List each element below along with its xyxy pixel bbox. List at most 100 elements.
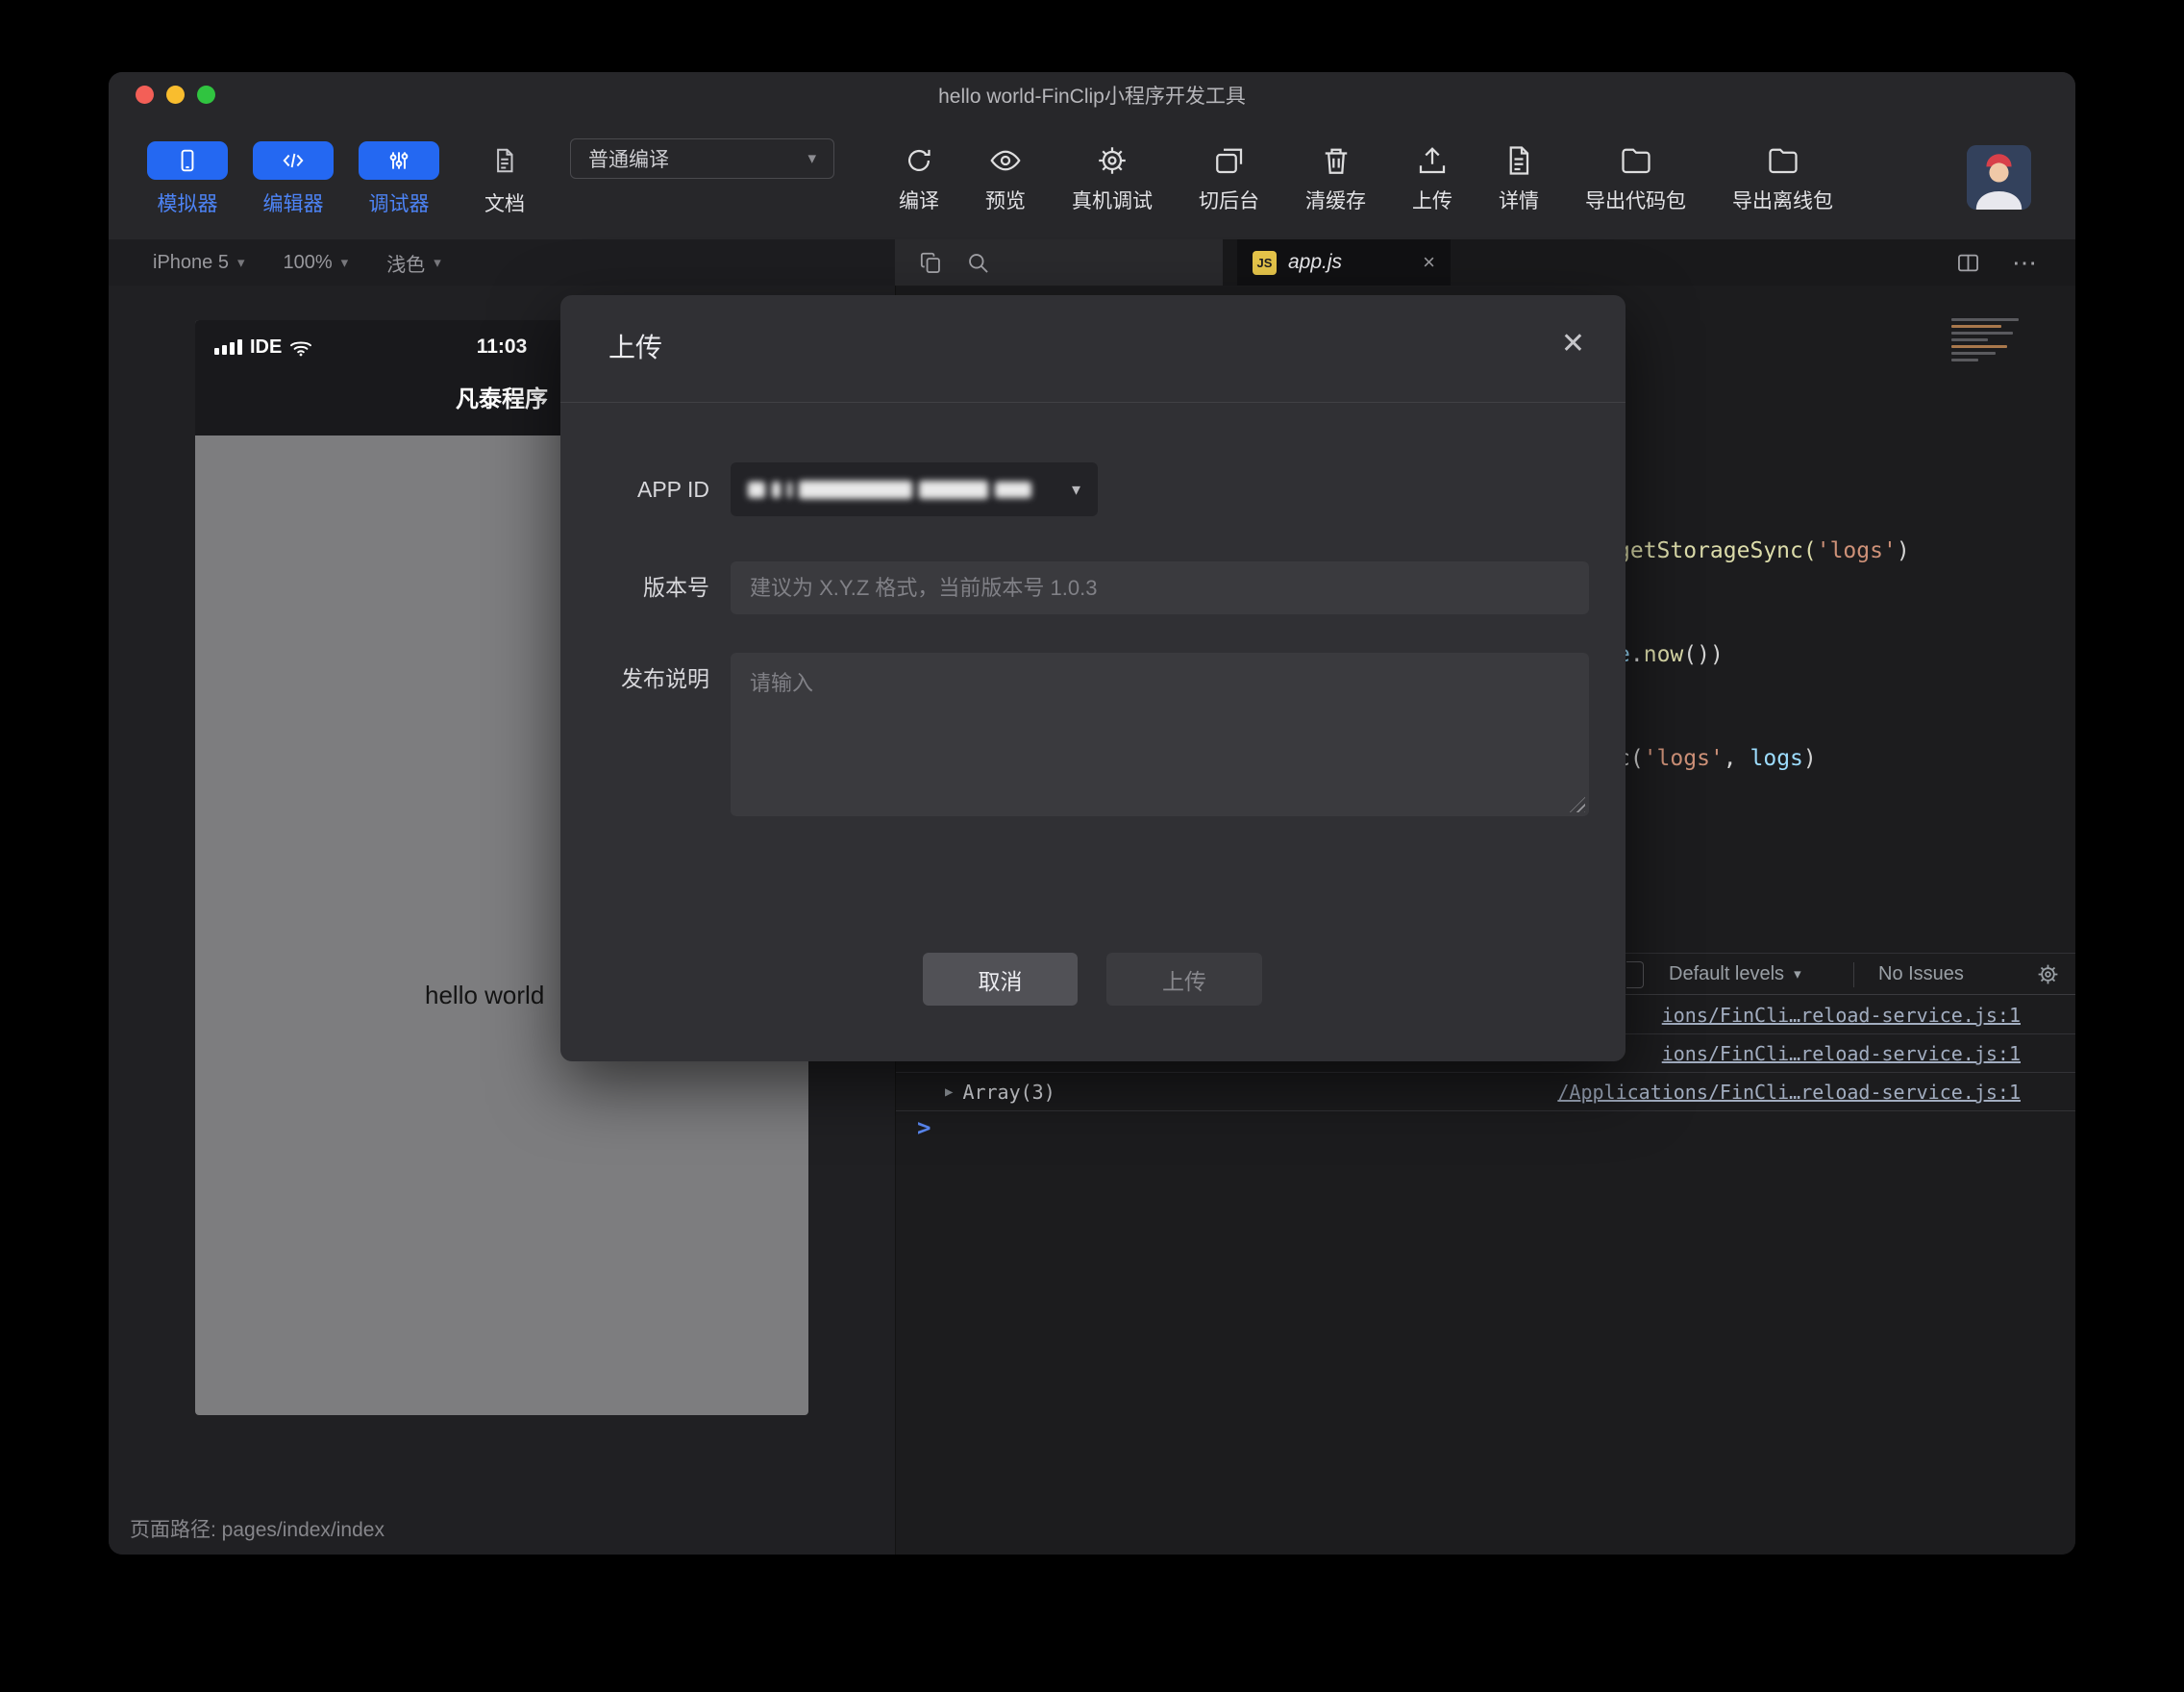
- issues-counter[interactable]: No Issues: [1878, 954, 1964, 994]
- zoom-value: 100%: [284, 252, 333, 274]
- search-icon[interactable]: [965, 250, 991, 276]
- eye-icon: [988, 143, 1023, 178]
- gear-icon: [1095, 143, 1129, 178]
- compile-button[interactable]: 编译: [899, 143, 939, 214]
- js-file-icon: JS: [1253, 251, 1277, 275]
- code-editor-lines: getStorageSync('logs') e.now()) c('logs'…: [1617, 464, 1910, 845]
- simulator-label: 模拟器: [158, 188, 218, 217]
- code-line: c('logs', logs): [1617, 741, 1910, 776]
- theme-select[interactable]: 浅色 ▾: [386, 249, 441, 277]
- more-actions-icon[interactable]: ⋯: [2012, 248, 2039, 278]
- close-icon[interactable]: ✕: [1561, 330, 1585, 359]
- code-line: e.now()): [1617, 637, 1910, 672]
- editor-button[interactable]: 编辑器: [253, 141, 334, 217]
- app-id-label: APP ID: [560, 462, 709, 516]
- chevron-down-icon: ▾: [807, 149, 816, 168]
- log-value[interactable]: ▶Array(3): [945, 1073, 1055, 1111]
- code-icon: [253, 141, 334, 180]
- upload-icon: [1415, 143, 1450, 178]
- editor-tabstrip: JS app.js × ⋯: [1223, 239, 2075, 286]
- docs-label: 文档: [484, 188, 525, 217]
- device-value: iPhone 5: [153, 252, 229, 274]
- simulator-controls: iPhone 5 ▾ 100% ▾ 浅色 ▾: [153, 239, 441, 286]
- minimap[interactable]: [1951, 318, 2040, 361]
- release-notes-label: 发布说明: [560, 653, 709, 706]
- split-editor-icon[interactable]: [1955, 250, 1981, 276]
- source-link[interactable]: /Applications/FinCli…reload-service.js:1: [1557, 1073, 2021, 1111]
- screen: hello world-FinClip小程序开发工具 模拟器 编辑器: [0, 0, 2184, 1692]
- dialog-header: 上传 ✕: [560, 295, 1626, 403]
- export-offline-package-button[interactable]: 导出离线包: [1732, 143, 1833, 214]
- console-log-row: ▶Array(3) /Applications/FinCli…reload-se…: [896, 1073, 2075, 1111]
- editor-label: 编辑器: [263, 188, 324, 217]
- trash-icon: [1319, 143, 1353, 178]
- page-path-label: 页面路径: pages/index/index: [130, 1514, 385, 1543]
- window-title: hello world-FinClip小程序开发工具: [938, 81, 1246, 110]
- code-line: getStorageSync('logs'): [1617, 534, 1910, 568]
- tab-title: app.js: [1288, 251, 1342, 274]
- folder-icon: [1766, 143, 1800, 178]
- console-filter-input[interactable]: [1626, 961, 1644, 988]
- docs-button[interactable]: 文档: [464, 141, 545, 217]
- close-window-button[interactable]: [136, 86, 154, 104]
- minimize-window-button[interactable]: [166, 86, 185, 104]
- toolbar-actions-group: 编译 预览 真机调试: [899, 118, 1833, 239]
- traffic-lights: [136, 86, 215, 104]
- source-link[interactable]: ions/FinCli…reload-service.js:1: [1662, 996, 2021, 1034]
- chevron-down-icon: ▾: [341, 254, 349, 271]
- document-icon: [1502, 143, 1536, 178]
- switch-layers-icon: [1212, 143, 1247, 178]
- console-settings-icon[interactable]: [2035, 961, 2061, 987]
- tabstrip-right-icons: ⋯: [1955, 239, 2039, 286]
- document-icon: [464, 141, 545, 180]
- phone-icon: [147, 141, 228, 180]
- expand-icon[interactable]: ▶: [945, 1073, 953, 1111]
- export-code-package-button[interactable]: 导出代码包: [1585, 143, 1686, 214]
- upload-button[interactable]: 上传: [1412, 143, 1452, 214]
- toolbar-left-group: 模拟器 编辑器 调试器: [147, 118, 834, 239]
- console-prompt-icon[interactable]: >: [917, 1114, 931, 1141]
- debugger-button[interactable]: 调试器: [359, 141, 439, 217]
- log-levels-select[interactable]: Default levels ▾: [1669, 954, 1801, 994]
- cancel-button[interactable]: 取消: [923, 953, 1078, 1006]
- detail-button[interactable]: 详情: [1499, 143, 1539, 214]
- app-id-select[interactable]: ▾: [731, 462, 1098, 516]
- tab-app-js[interactable]: JS app.js ×: [1237, 239, 1451, 286]
- user-avatar[interactable]: [1967, 145, 2031, 210]
- main-toolbar: 模拟器 编辑器 调试器: [109, 118, 2075, 239]
- simulator-button[interactable]: 模拟器: [147, 141, 228, 217]
- release-notes-textarea[interactable]: [731, 653, 1589, 816]
- chevron-down-icon: ▾: [1072, 480, 1080, 500]
- tab-close-icon[interactable]: ×: [1423, 250, 1435, 275]
- source-link[interactable]: ions/FinCli…reload-service.js:1: [1662, 1034, 2021, 1073]
- debugger-label: 调试器: [369, 188, 430, 217]
- chevron-down-icon: ▾: [434, 254, 441, 271]
- device-select[interactable]: iPhone 5 ▾: [153, 252, 245, 274]
- zoom-window-button[interactable]: [197, 86, 215, 104]
- submit-upload-button[interactable]: 上传: [1106, 953, 1262, 1006]
- titlebar: hello world-FinClip小程序开发工具: [109, 72, 2075, 118]
- editor-quick-icons: [895, 239, 1223, 286]
- divider: [1853, 962, 1854, 987]
- app-id-masked-value: [748, 481, 1031, 499]
- mini-app-content-text: hello world: [425, 981, 544, 1010]
- folder-icon: [1619, 143, 1653, 178]
- chevron-down-icon: ▾: [237, 254, 245, 271]
- preview-button[interactable]: 预览: [985, 143, 1026, 214]
- clear-cache-button[interactable]: 清缓存: [1305, 143, 1366, 214]
- refresh-icon: [902, 143, 936, 178]
- remote-debug-button[interactable]: 真机调试: [1072, 143, 1153, 214]
- log-levels-value: Default levels: [1669, 963, 1784, 985]
- compile-mode-select[interactable]: 普通编译 ▾: [570, 138, 834, 179]
- secondary-toolbar: iPhone 5 ▾ 100% ▾ 浅色 ▾: [109, 239, 2075, 286]
- background-switch-button[interactable]: 切后台: [1199, 143, 1259, 214]
- copy-icon[interactable]: [918, 250, 944, 276]
- sliders-icon: [359, 141, 439, 180]
- compile-mode-value: 普通编译: [588, 144, 669, 173]
- chevron-down-icon: ▾: [1794, 965, 1801, 983]
- zoom-select[interactable]: 100% ▾: [284, 252, 349, 274]
- version-label: 版本号: [560, 561, 709, 614]
- app-window: hello world-FinClip小程序开发工具 模拟器 编辑器: [109, 72, 2075, 1555]
- version-input[interactable]: [731, 561, 1589, 614]
- dialog-title: 上传: [608, 295, 662, 401]
